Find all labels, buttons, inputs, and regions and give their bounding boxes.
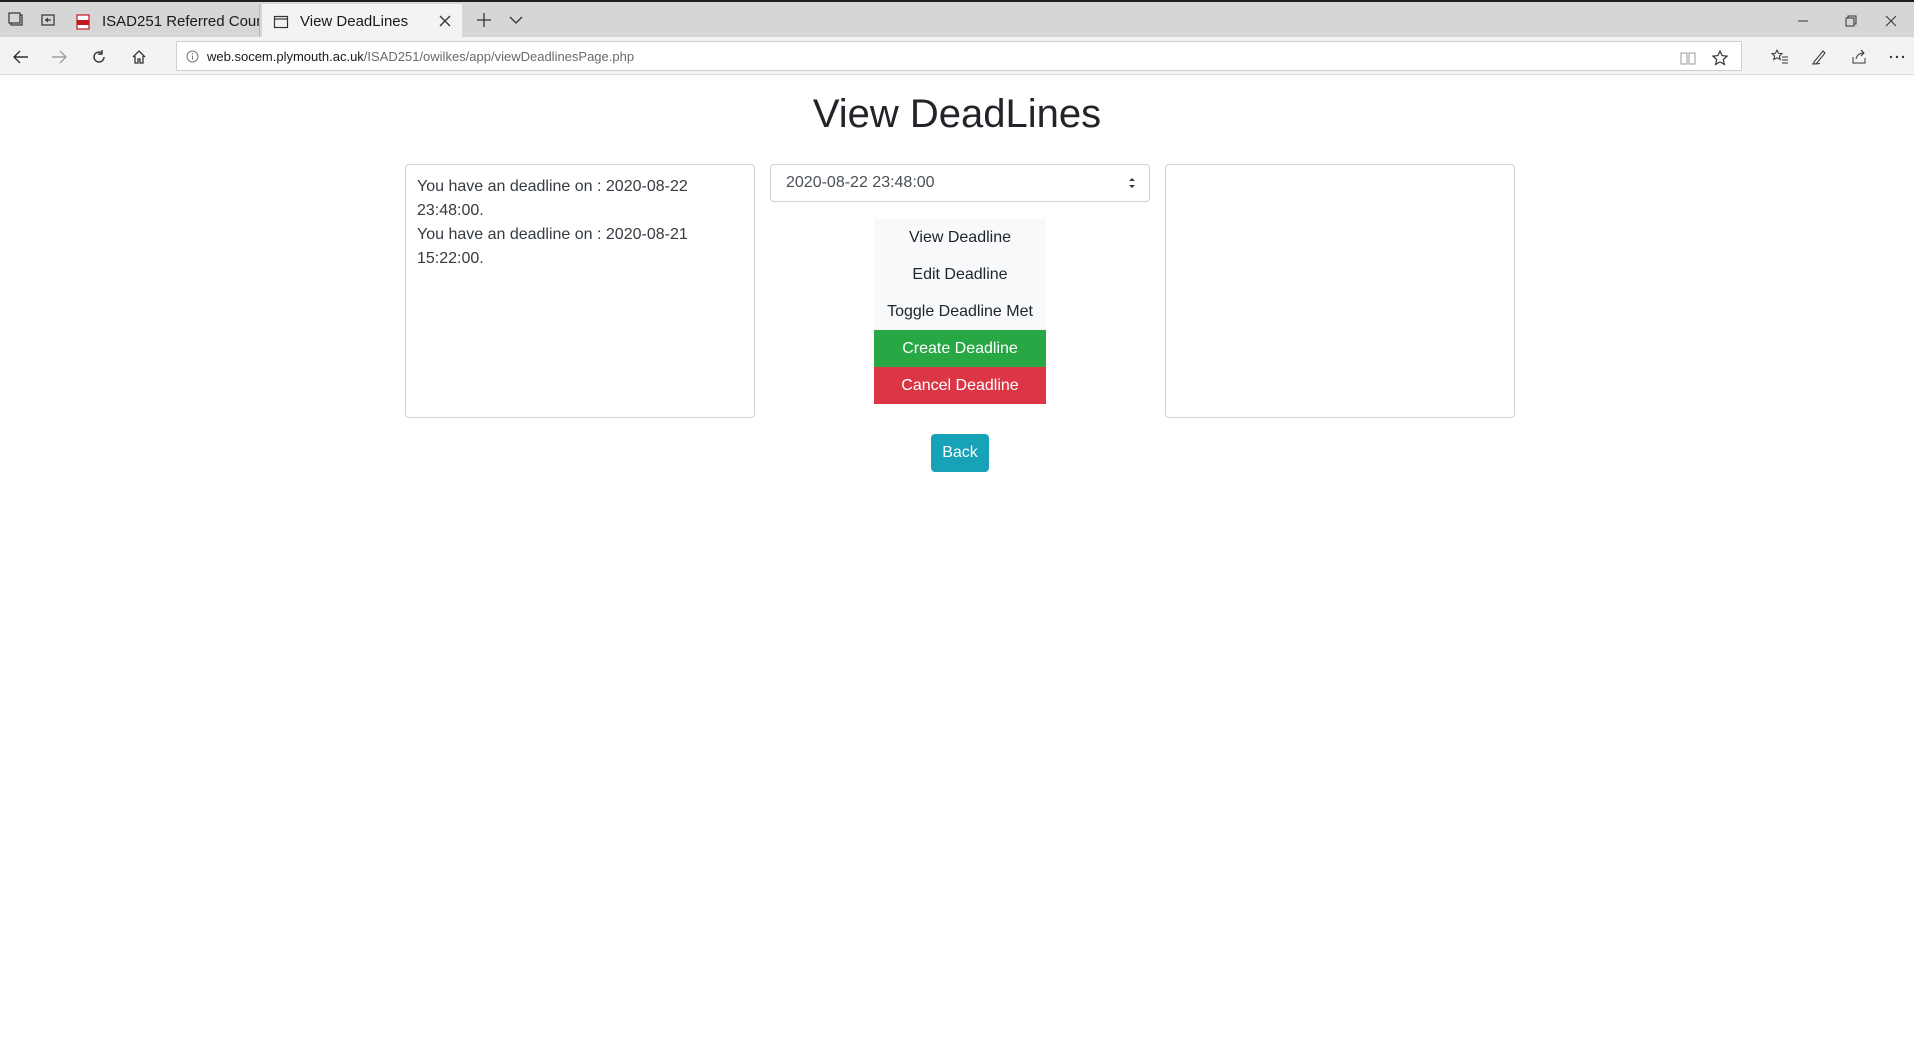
back-arrow-icon[interactable] <box>8 44 34 70</box>
back-button[interactable]: Back <box>931 434 989 472</box>
url-path: /ISAD251/owilkes/app/viewDeadlinesPage.p… <box>363 48 635 64</box>
more-options-icon[interactable] <box>1884 44 1910 70</box>
notes-pen-icon[interactable] <box>1806 44 1832 70</box>
share-icon[interactable] <box>1846 44 1872 70</box>
tab-title: ISAD251 Referred Coursewo <box>102 13 259 30</box>
create-deadline-button[interactable]: Create Deadline <box>874 330 1046 367</box>
minimize-icon[interactable] <box>1780 4 1826 38</box>
deadline-select[interactable]: 2020-08-22 23:48:00 <box>770 164 1150 202</box>
deadline-select-value: 2020-08-22 23:48:00 <box>786 174 935 191</box>
forward-arrow-icon[interactable] <box>46 44 72 70</box>
deadline-detail-panel <box>1165 164 1515 418</box>
url-text: web.socem.plymouth.ac.uk/ISAD251/owilkes… <box>207 49 634 64</box>
toggle-deadline-met-button[interactable]: Toggle Deadline Met <box>874 293 1046 330</box>
deadlines-list-panel: You have an deadline on : 2020-08-22 23:… <box>405 164 755 418</box>
favorites-hub-icon[interactable] <box>1767 44 1793 70</box>
site-info-icon[interactable] <box>177 50 207 63</box>
cancel-deadline-button[interactable]: Cancel Deadline <box>874 367 1046 404</box>
deadline-actions: View Deadline Edit Deadline Toggle Deadl… <box>874 219 1046 404</box>
refresh-icon[interactable] <box>86 44 112 70</box>
deadline-item: You have an deadline on : 2020-08-22 23:… <box>417 178 688 219</box>
url-domain: web.socem.plymouth.ac.uk <box>207 48 364 64</box>
page-icon <box>272 13 290 31</box>
tab-title: View DeadLines <box>300 13 409 30</box>
browser-address-bar: web.socem.plymouth.ac.uk/ISAD251/owilkes… <box>0 37 1914 75</box>
favorite-star-icon[interactable] <box>1707 46 1733 70</box>
home-icon[interactable] <box>126 44 152 70</box>
tab-view-deadlines[interactable]: View DeadLines <box>262 4 462 39</box>
select-arrows-icon <box>1127 175 1137 191</box>
pdf-icon <box>74 13 92 31</box>
tab-manager-icon[interactable] <box>4 8 28 32</box>
browser-tab-bar: ISAD251 Referred Coursewo View DeadLines <box>0 0 1914 39</box>
set-aside-tabs-icon[interactable] <box>36 8 60 32</box>
reading-view-icon[interactable] <box>1675 46 1701 70</box>
new-tab-icon[interactable] <box>472 8 496 32</box>
edit-deadline-button[interactable]: Edit Deadline <box>874 256 1046 293</box>
page-title: View DeadLines <box>812 92 1102 136</box>
tab-preview-chevron-icon[interactable] <box>504 8 528 32</box>
close-tab-icon[interactable] <box>436 12 454 30</box>
tab-isad251-coursework[interactable]: ISAD251 Referred Coursewo <box>64 4 260 39</box>
address-field[interactable]: web.socem.plymouth.ac.uk/ISAD251/owilkes… <box>176 41 1742 71</box>
close-window-icon[interactable] <box>1868 4 1914 38</box>
deadline-item: You have an deadline on : 2020-08-21 15:… <box>417 226 688 267</box>
view-deadline-button[interactable]: View Deadline <box>874 219 1046 256</box>
